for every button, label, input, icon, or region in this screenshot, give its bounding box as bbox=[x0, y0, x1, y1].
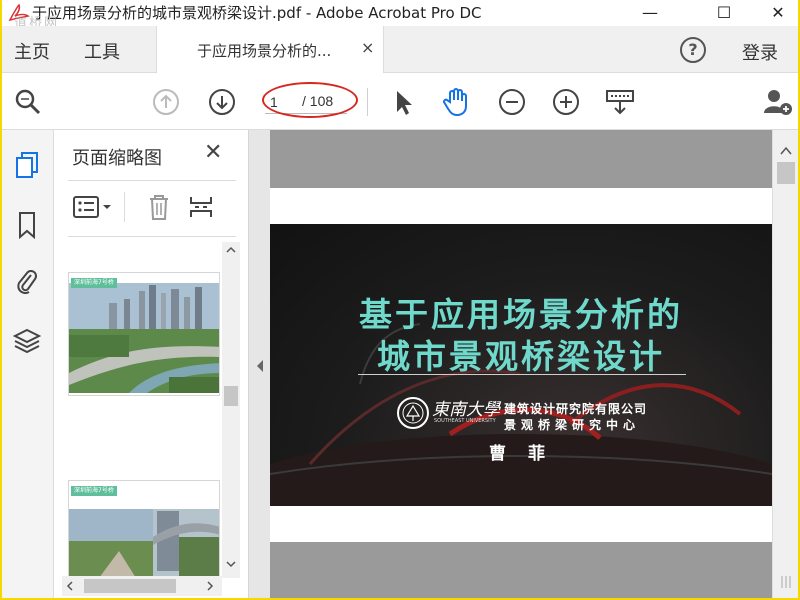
help-icon[interactable]: ? bbox=[680, 37, 706, 63]
menu-home[interactable]: 主页 bbox=[14, 38, 50, 64]
panel-horizontal-scrollbar[interactable] bbox=[62, 576, 222, 596]
hand-tool-icon[interactable] bbox=[440, 86, 472, 118]
document-vertical-scrollbar[interactable] bbox=[772, 130, 798, 598]
university-seal-icon bbox=[397, 397, 429, 429]
minimize-button[interactable]: — bbox=[630, 0, 670, 24]
login-button[interactable]: 登录 bbox=[742, 39, 778, 65]
panel-vertical-scrollbar[interactable] bbox=[222, 242, 240, 578]
next-page-icon[interactable] bbox=[206, 86, 238, 118]
panel-title: 页面缩略图 bbox=[72, 148, 162, 169]
add-user-icon[interactable] bbox=[762, 86, 794, 118]
search-icon[interactable] bbox=[12, 86, 44, 118]
tool-divider bbox=[124, 192, 125, 222]
author-name: 曹 菲 bbox=[489, 444, 553, 464]
panel-divider bbox=[68, 236, 236, 237]
document-tab[interactable]: 于应用场景分析的... × bbox=[156, 26, 384, 73]
thumbnail-page-49[interactable]: 深圳前海7号桥 bbox=[68, 272, 220, 396]
bookmark-icon[interactable] bbox=[12, 210, 42, 240]
thumbnails-panel: 页面缩略图 ✕ 深圳前海7号桥 深圳前海7号桥 bbox=[54, 130, 248, 598]
thumbnail-page-50[interactable]: 深圳前海7号桥 bbox=[68, 480, 220, 576]
cover-slide: 基于应用场景分析的 城市景观桥梁设计 東南大學 SOUTHEAST UNIVER… bbox=[270, 224, 772, 506]
menu-bar: 主页 工具 于应用场景分析的... × ? 登录 bbox=[2, 26, 798, 73]
thumbnail-image bbox=[69, 273, 219, 395]
toolbar: / 108 bbox=[2, 74, 798, 130]
panel-collapse-handle[interactable] bbox=[248, 130, 270, 598]
delete-page-icon[interactable] bbox=[144, 192, 174, 222]
slide-title-line1: 基于应用场景分析的 bbox=[359, 295, 683, 334]
slide-divider bbox=[358, 374, 686, 375]
menu-tools[interactable]: 工具 bbox=[84, 38, 120, 64]
org-line1: 建筑设计研究院有限公司 bbox=[504, 402, 648, 416]
layers-icon[interactable] bbox=[12, 326, 42, 356]
insert-page-icon[interactable] bbox=[186, 192, 216, 222]
tab-close-icon[interactable]: × bbox=[361, 38, 374, 57]
thumbnail-tag: 深圳前海7号桥 bbox=[71, 486, 117, 496]
panel-divider bbox=[68, 180, 236, 181]
university-name-en: SOUTHEAST UNIVERSITY bbox=[434, 418, 496, 424]
slide-title-line2: 城市景观桥梁设计 bbox=[377, 337, 665, 376]
prev-page-icon[interactable] bbox=[150, 86, 182, 118]
acrobat-window: 于应用场景分析的城市景观桥梁设计.pdf - Adobe Acrobat Pro… bbox=[2, 0, 798, 598]
window-title: 于应用场景分析的城市景观桥梁设计.pdf - Adobe Acrobat Pro… bbox=[32, 4, 482, 22]
page-thumbnails-icon[interactable] bbox=[12, 150, 42, 180]
org-line2: 景观桥梁研究中心 bbox=[504, 418, 641, 432]
thumbnail-list: 深圳前海7号桥 49 深圳前海7号桥 bbox=[54, 240, 238, 576]
annotation-ellipse bbox=[262, 82, 358, 118]
panel-close-icon[interactable]: ✕ bbox=[204, 140, 222, 165]
title-bar: 于应用场景分析的城市景观桥梁设计.pdf - Adobe Acrobat Pro… bbox=[2, 0, 798, 31]
pdf-page: 基于应用场景分析的 城市景观桥梁设计 東南大學 SOUTHEAST UNIVER… bbox=[270, 188, 772, 542]
thumbnail-options-icon[interactable] bbox=[72, 192, 116, 222]
document-tab-label: 于应用场景分析的... bbox=[197, 42, 332, 60]
toolbar-divider bbox=[367, 88, 368, 116]
document-view[interactable]: 基于应用场景分析的 城市景观桥梁设计 東南大學 SOUTHEAST UNIVER… bbox=[270, 130, 772, 598]
attachment-icon[interactable] bbox=[12, 266, 42, 296]
zoom-out-icon[interactable] bbox=[496, 86, 528, 118]
thumbnail-tag: 深圳前海7号桥 bbox=[71, 278, 117, 288]
maximize-button[interactable]: ☐ bbox=[704, 0, 744, 24]
left-rail bbox=[2, 130, 54, 598]
close-window-button[interactable]: ✕ bbox=[758, 0, 798, 24]
zoom-in-icon[interactable] bbox=[550, 86, 582, 118]
keyboard-scroll-icon[interactable] bbox=[604, 86, 636, 118]
collapse-arrow-icon bbox=[257, 360, 263, 372]
select-cursor-icon[interactable] bbox=[386, 86, 418, 118]
university-name-cn: 東南大學 bbox=[432, 400, 500, 420]
